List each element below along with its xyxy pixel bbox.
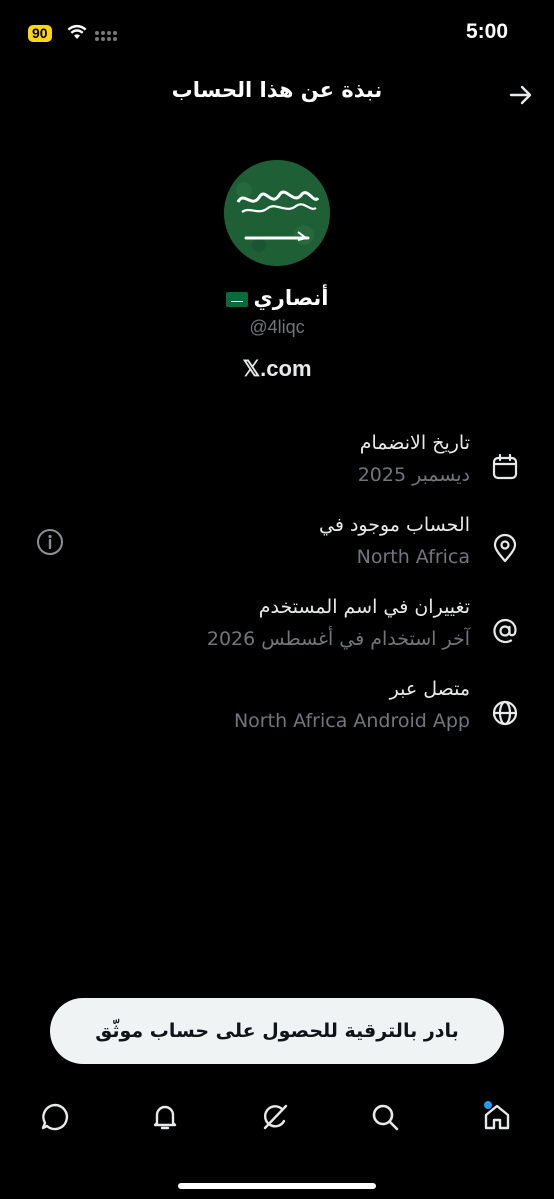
globe-icon [492, 700, 518, 726]
info-row-connected-via: متصل عبر North Africa Android App [0, 678, 554, 748]
at-sign-icon [493, 618, 517, 644]
calendar-icon [492, 453, 518, 480]
info-row-join-date: تاريخ الانضمام ديسمبر 2025 [0, 432, 554, 502]
display-name: أنصاري [0, 286, 554, 310]
saudi-flag-emblem-icon [224, 160, 330, 266]
display-name-text: أنصاري [253, 286, 329, 310]
nav-search[interactable] [364, 1096, 406, 1138]
wifi-icon [67, 24, 87, 39]
battery-indicator: 90 [28, 25, 52, 42]
info-value: آخر استخدام في أغسطس 2026 [206, 628, 470, 650]
location-pin-icon [493, 534, 517, 563]
home-notification-dot [484, 1101, 492, 1109]
search-icon[interactable] [370, 1102, 400, 1132]
info-value: North Africa [356, 546, 470, 568]
arrow-right-icon[interactable] [508, 82, 534, 108]
header: نبذة عن هذا الحساب [0, 66, 554, 122]
nav-messages[interactable] [34, 1096, 76, 1138]
bottom-nav [0, 1090, 554, 1152]
nav-home[interactable] [476, 1096, 518, 1138]
clock: 5:00 [465, 20, 508, 43]
info-title: تغييران في اسم المستخدم [258, 596, 470, 618]
info-row-username-changes: تغييران في اسم المستخدم آخر استخدام في أ… [0, 596, 554, 666]
info-title: الحساب موجود في [319, 514, 470, 536]
cellular-signal-icon [95, 31, 117, 41]
info-value: ديسمبر 2025 [357, 464, 470, 486]
status-bar: 90 5:00 [0, 0, 554, 66]
upgrade-verified-button[interactable]: بادر بالترقية للحصول على حساب موثّق [50, 998, 504, 1064]
info-title: تاريخ الانضمام [359, 432, 470, 454]
info-icon[interactable] [36, 528, 64, 556]
bell-icon[interactable] [150, 1102, 180, 1132]
page-title: نبذة عن هذا الحساب [171, 78, 383, 102]
platform-label: 𝕏.com [242, 356, 312, 381]
avatar [224, 160, 330, 266]
info-title: متصل عبر [389, 678, 470, 700]
nav-notifications[interactable] [144, 1096, 186, 1138]
home-indicator [178, 1183, 376, 1189]
nav-grok[interactable] [254, 1096, 296, 1138]
saudi-flag-icon [225, 291, 248, 307]
info-row-location: الحساب موجود في North Africa [0, 514, 554, 584]
grok-icon[interactable] [260, 1102, 290, 1132]
username-handle: @4liqc [249, 317, 305, 337]
info-value: North Africa Android App [233, 710, 470, 732]
chat-icon[interactable] [40, 1102, 70, 1132]
